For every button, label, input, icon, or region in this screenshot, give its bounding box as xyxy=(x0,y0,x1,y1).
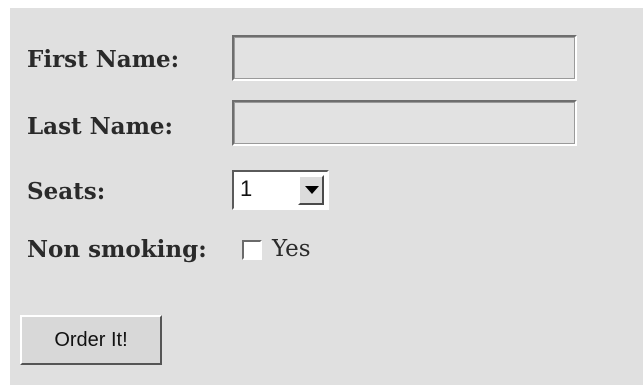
seats-label: Seats: xyxy=(27,178,106,205)
last-name-label: Last Name: xyxy=(27,113,174,140)
first-name-input[interactable] xyxy=(232,35,577,81)
last-name-input[interactable] xyxy=(232,100,577,146)
seats-selected-value: 1 xyxy=(240,176,253,201)
non-smoking-checkbox[interactable] xyxy=(242,240,262,260)
seats-select[interactable]: 1 xyxy=(232,170,329,210)
order-it-button[interactable]: Order It! xyxy=(20,315,162,365)
first-name-label: First Name: xyxy=(27,46,180,73)
non-smoking-option-label[interactable]: Yes xyxy=(272,236,311,262)
non-smoking-label: Non smoking: xyxy=(27,236,207,263)
chevron-down-icon[interactable] xyxy=(298,175,324,205)
order-form: First Name: Last Name: Seats: 1 Non smok… xyxy=(10,8,643,385)
